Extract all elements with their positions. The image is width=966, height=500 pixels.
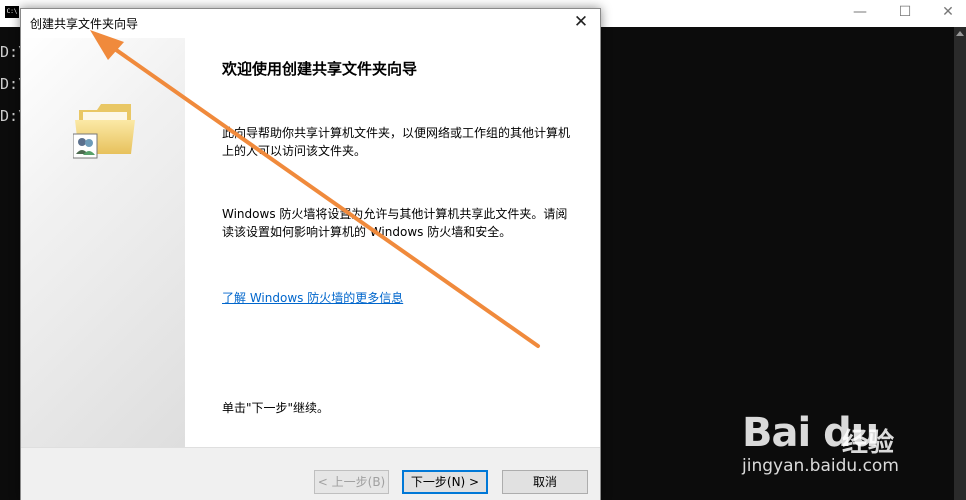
maximize-button[interactable]: ☐ [885, 2, 925, 22]
dialog-close-button[interactable]: ✕ [568, 11, 594, 33]
wizard-heading: 欢迎使用创建共享文件夹向导 [222, 60, 418, 78]
firewall-note-text: Windows 防火墙将设置为允许与其他计算机共享此文件夹。请阅读该设置如何影响… [222, 207, 568, 239]
continue-hint: 单击"下一步"继续。 [222, 401, 330, 415]
next-button[interactable]: 下一步(N) > [402, 470, 488, 494]
wizard-footer: < 上一步(B) 下一步(N) > 取消 [21, 447, 600, 500]
cancel-button[interactable]: 取消 [502, 470, 588, 494]
baidu-jingyan-watermark: Bai du 经验 jingyan.baidu.com [742, 398, 962, 498]
back-button[interactable]: < 上一步(B) [314, 470, 389, 494]
wizard-side-panel [21, 38, 185, 447]
share-folder-wizard-dialog: 创建共享文件夹向导 ✕ 欢迎使用创建共享文件夹向导 此向导帮助你共享计算机文件夹… [20, 8, 601, 500]
shared-folder-icon [73, 104, 135, 159]
wizard-intro-text: 此向导帮助你共享计算机文件夹，以便网络或工作组的其他计算机上的人可以访问该文件夹… [222, 126, 571, 158]
console-close-button[interactable]: ✕ [928, 2, 966, 22]
dialog-title: 创建共享文件夹向导 [30, 17, 139, 31]
minimize-button[interactable]: — [840, 2, 880, 22]
scroll-up-icon [956, 31, 964, 36]
watermark-url: jingyan.baidu.com [742, 456, 899, 476]
console-icon: C:\ [5, 6, 19, 18]
watermark-subtitle: 经验 [842, 428, 895, 458]
wizard-content: 欢迎使用创建共享文件夹向导 此向导帮助你共享计算机文件夹，以便网络或工作组的其他… [185, 38, 600, 447]
firewall-info-link[interactable]: 了解 Windows 防火墙的更多信息 [222, 289, 403, 306]
